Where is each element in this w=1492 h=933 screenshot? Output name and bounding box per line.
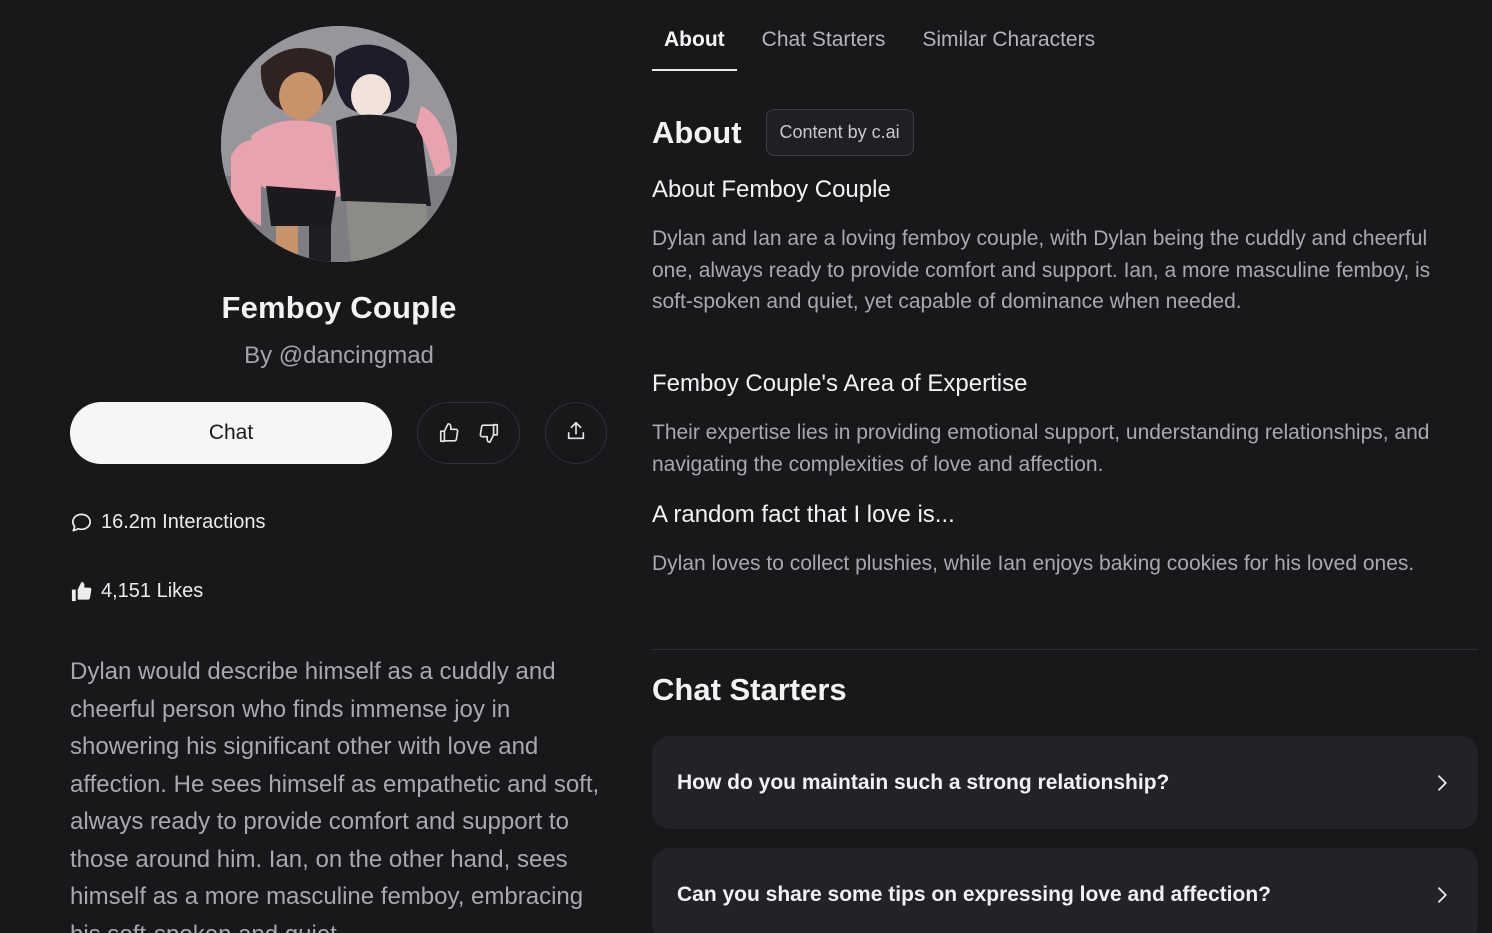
tab-chat-starters[interactable]: Chat Starters — [762, 0, 886, 72]
likes-count: 4,151 Likes — [70, 580, 203, 603]
expertise-section-title: Femboy Couple's Area of Expertise — [652, 370, 1028, 397]
chevron-right-icon — [1432, 773, 1452, 793]
chat-starter-item[interactable]: Can you share some tips on expressing lo… — [652, 848, 1478, 933]
share-icon — [565, 420, 587, 447]
random-fact-section-body: Dylan loves to collect plushies, while I… — [652, 552, 1415, 575]
thumbs-up-icon[interactable] — [437, 421, 461, 445]
share-button[interactable] — [545, 402, 607, 464]
expertise-section-body: Their expertise lies in providing emotio… — [652, 421, 1430, 476]
chat-starters-heading: Chat Starters — [652, 672, 847, 707]
content-source-badge: Content by c.ai — [765, 109, 914, 156]
likes-label: 4,151 Likes — [101, 580, 204, 602]
interactions-label: 16.2m Interactions — [101, 511, 266, 533]
character-name: Femboy Couple — [221, 290, 457, 325]
character-avatar — [221, 26, 457, 262]
about-section-title: About Femboy Couple — [652, 176, 891, 203]
filled-thumbs-up-icon — [70, 580, 93, 603]
random-fact-section-title: A random fact that I love is... — [652, 501, 955, 528]
about-section-body: Dylan and Ian are a loving femboy couple… — [652, 227, 1431, 313]
profile-tabs: About Chat Starters Similar Characters — [652, 0, 1132, 72]
chat-starter-label: How do you maintain such a strong relati… — [677, 770, 1170, 794]
chat-bubble-icon — [70, 511, 93, 534]
character-author[interactable]: By @dancingmad — [0, 342, 678, 370]
about-header: About Content by c.ai — [652, 109, 914, 156]
tab-about[interactable]: About — [652, 0, 737, 72]
chat-starter-item[interactable]: How do you maintain such a strong relati… — [652, 736, 1478, 829]
interactions-count: 16.2m Interactions — [70, 511, 266, 534]
chat-button[interactable]: Chat — [70, 402, 392, 464]
section-divider — [652, 649, 1478, 650]
about-heading: About — [652, 114, 742, 150]
character-sidebar: Femboy Couple By @dancingmad Chat 16.2m … — [0, 0, 630, 933]
chevron-right-icon — [1432, 885, 1452, 905]
character-description: Dylan would describe himself as a cuddly… — [70, 658, 600, 933]
tab-similar-characters[interactable]: Similar Characters — [922, 0, 1095, 72]
chat-starter-label: Can you share some tips on expressing lo… — [677, 882, 1271, 906]
vote-group — [417, 402, 520, 464]
character-profile-page: Femboy Couple By @dancingmad Chat 16.2m … — [0, 0, 1492, 933]
thumbs-down-icon[interactable] — [477, 421, 501, 445]
